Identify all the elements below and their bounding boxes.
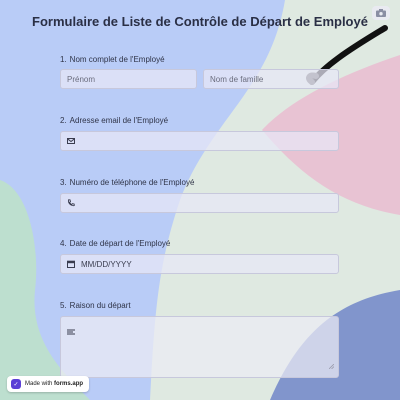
question-4-text: Date de départ de l'Employé [69,239,171,248]
question-1-label: 1. Nom complet de l'Employé [60,55,165,64]
question-5-number: 5. [60,301,67,310]
text-lines-icon [67,323,75,341]
made-with-text: Made with [25,381,53,387]
question-4-label: 4. Date de départ de l'Employé [60,239,170,248]
departure-date-input[interactable]: MM/DD/YYYY [60,254,339,274]
first-name-placeholder: Prénom [67,74,96,84]
last-name-input[interactable]: Nom de famille [203,69,339,89]
calendar-icon [67,260,75,268]
question-5-text: Raison du départ [69,301,131,310]
question-5-label: 5. Raison du départ [60,301,131,310]
forms-app-logo-icon: ✓ [11,379,21,389]
question-3-number: 3. [60,178,67,187]
form-title: Formulaire de Liste de Contrôle de Dépar… [32,14,368,29]
camera-button[interactable] [372,6,390,20]
question-3-text: Numéro de téléphone de l'Employé [69,178,195,187]
question-3-label: 3. Numéro de téléphone de l'Employé [60,178,194,187]
brand-text: forms.app [54,381,84,387]
first-name-input[interactable]: Prénom [60,69,197,89]
resize-handle-icon[interactable] [328,356,335,374]
question-1-text: Nom complet de l'Employé [69,55,165,64]
envelope-icon [67,138,75,144]
phone-icon [67,199,75,207]
last-name-placeholder: Nom de famille [210,74,264,84]
camera-icon [376,4,386,22]
departure-reason-textarea[interactable] [60,316,339,378]
question-2-number: 2. [60,116,67,125]
question-2-text: Adresse email de l'Employé [69,116,169,125]
question-1-number: 1. [60,55,67,64]
made-with-badge[interactable]: ✓ Made with forms.app [7,376,90,392]
email-input[interactable] [60,131,339,151]
date-placeholder: MM/DD/YYYY [81,259,132,269]
phone-input[interactable] [60,193,339,213]
question-4-number: 4. [60,239,67,248]
question-2-label: 2. Adresse email de l'Employé [60,116,168,125]
